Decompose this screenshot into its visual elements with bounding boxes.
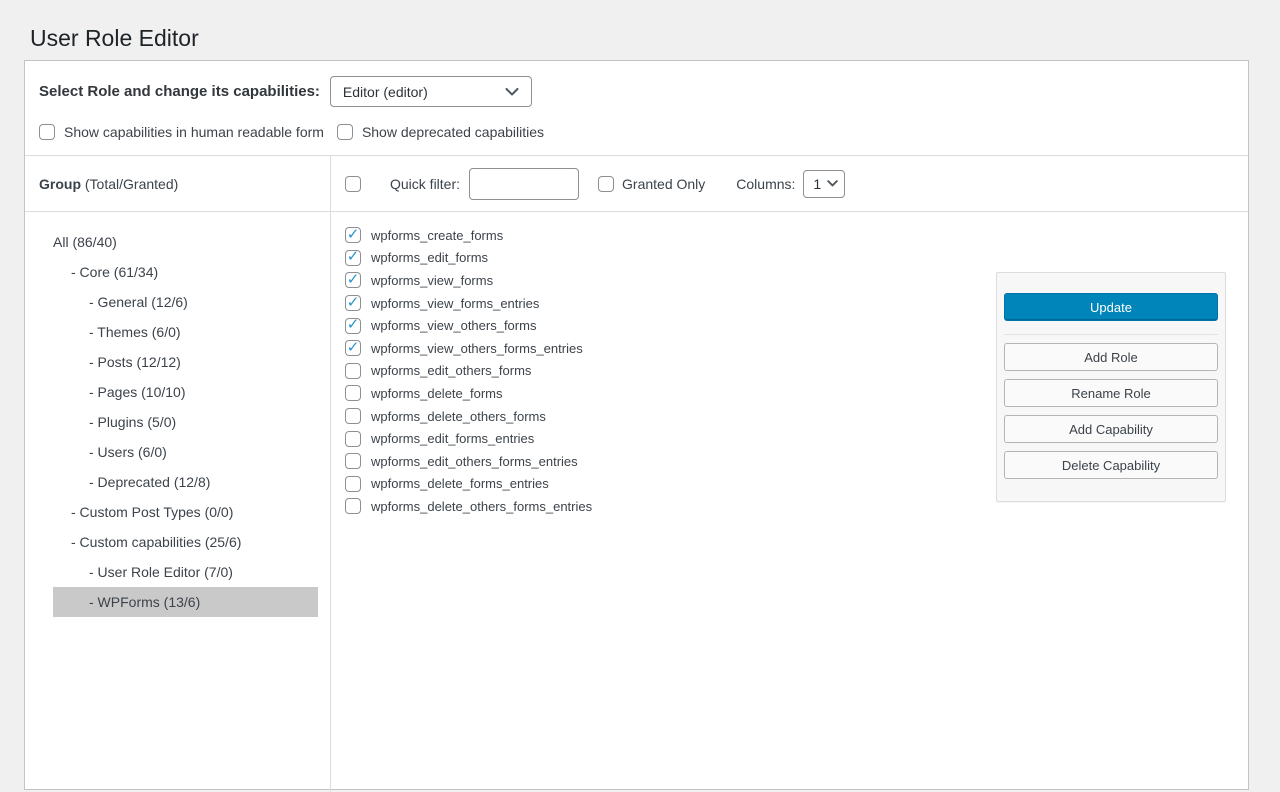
groups-tree: All (86/40)- Core (61/34)- General (12/6… [53, 227, 318, 617]
tree-item[interactable]: - Custom capabilities (25/6) [53, 527, 318, 557]
capability-checkbox[interactable] [345, 453, 361, 469]
capability-label: wpforms_delete_forms_entries [371, 476, 549, 491]
capability-checkbox[interactable] [345, 318, 361, 334]
tree-item[interactable]: - Plugins (5/0) [53, 407, 318, 437]
add-role-button[interactable]: Add Role [1004, 343, 1218, 371]
tree-item[interactable]: - Themes (6/0) [53, 317, 318, 347]
capability-label: wpforms_delete_others_forms [371, 409, 546, 424]
capability-label: wpforms_edit_others_forms [371, 363, 531, 378]
tree-item[interactable]: - Pages (10/10) [53, 377, 318, 407]
capability-label: wpforms_view_forms [371, 273, 493, 288]
capability-checkbox[interactable] [345, 227, 361, 243]
capability-checkbox[interactable] [345, 340, 361, 356]
tree-item[interactable]: - Deprecated (12/8) [53, 467, 318, 497]
capability-row[interactable]: wpforms_edit_forms [345, 247, 1248, 270]
rename-role-button[interactable]: Rename Role [1004, 379, 1218, 407]
deprecated-label: Show deprecated capabilities [362, 124, 544, 140]
capability-label: wpforms_edit_forms [371, 250, 488, 265]
human-readable-checkbox[interactable] [39, 124, 55, 140]
capability-checkbox[interactable] [345, 408, 361, 424]
tree-item[interactable]: - WPForms (13/6) [53, 587, 318, 617]
tree-item[interactable]: - Custom Post Types (0/0) [53, 497, 318, 527]
group-header-rest: (Total/Granted) [81, 176, 178, 192]
tree-item[interactable]: - Posts (12/12) [53, 347, 318, 377]
capability-label: wpforms_create_forms [371, 228, 503, 243]
columns-label: Columns: [736, 176, 795, 192]
capability-label: wpforms_view_forms_entries [371, 296, 539, 311]
tree-item[interactable]: All (86/40) [53, 227, 318, 257]
chevron-down-icon [827, 180, 838, 187]
capability-checkbox[interactable] [345, 498, 361, 514]
select-all-checkbox[interactable] [345, 176, 361, 192]
filter-row: Quick filter: Granted Only Columns: 1 [331, 156, 1248, 212]
capability-checkbox[interactable] [345, 250, 361, 266]
capability-checkbox[interactable] [345, 272, 361, 288]
deprecated-checkbox[interactable] [337, 124, 353, 140]
role-select[interactable]: Editor (editor) [330, 76, 532, 107]
columns-select[interactable]: 1 [803, 170, 845, 198]
role-select-row: Select Role and change its capabilities:… [25, 61, 1248, 107]
page-title: User Role Editor [0, 0, 1280, 54]
human-readable-label: Show capabilities in human readable form [64, 124, 324, 140]
tree-item[interactable]: - Core (61/34) [53, 257, 318, 287]
capability-checkbox[interactable] [345, 476, 361, 492]
granted-only-checkbox[interactable] [598, 176, 614, 192]
capability-label: wpforms_view_others_forms_entries [371, 341, 583, 356]
tree-item[interactable]: - General (12/6) [53, 287, 318, 317]
display-options-row: Show capabilities in human readable form… [25, 107, 1248, 156]
capability-label: wpforms_view_others_forms [371, 318, 536, 333]
capability-row[interactable]: wpforms_create_forms [345, 224, 1248, 247]
update-button[interactable]: Update [1004, 293, 1218, 321]
content-area: Group (Total/Granted) All (86/40)- Core … [25, 156, 1248, 792]
user-role-editor-panel: Select Role and change its capabilities:… [24, 60, 1249, 790]
capability-label: wpforms_edit_forms_entries [371, 431, 534, 446]
quick-filter-input[interactable] [469, 168, 579, 200]
chevron-down-icon [505, 88, 519, 96]
capability-checkbox[interactable] [345, 363, 361, 379]
groups-column: Group (Total/Granted) All (86/40)- Core … [25, 156, 331, 792]
columns-select-value: 1 [813, 176, 821, 192]
role-select-value: Editor (editor) [343, 84, 428, 100]
tree-item[interactable]: - Users (6/0) [53, 437, 318, 467]
capability-label: wpforms_delete_forms [371, 386, 503, 401]
capability-label: wpforms_edit_others_forms_entries [371, 454, 578, 469]
granted-only-label: Granted Only [622, 176, 705, 192]
capability-checkbox[interactable] [345, 431, 361, 447]
capability-checkbox[interactable] [345, 385, 361, 401]
group-header: Group (Total/Granted) [25, 156, 330, 212]
role-select-label: Select Role and change its capabilities: [39, 83, 320, 100]
capability-checkbox[interactable] [345, 295, 361, 311]
tree-item[interactable]: - User Role Editor (7/0) [53, 557, 318, 587]
add-capability-button[interactable]: Add Capability [1004, 415, 1218, 443]
delete-capability-button[interactable]: Delete Capability [1004, 451, 1218, 479]
capabilities-column: Quick filter: Granted Only Columns: 1 wp… [331, 156, 1248, 792]
capability-label: wpforms_delete_others_forms_entries [371, 499, 592, 514]
quick-filter-label: Quick filter: [390, 176, 460, 192]
actions-panel: Update Add Role Rename Role Add Capabili… [996, 272, 1226, 502]
group-header-bold: Group [39, 176, 81, 192]
panel-divider [1004, 334, 1218, 335]
